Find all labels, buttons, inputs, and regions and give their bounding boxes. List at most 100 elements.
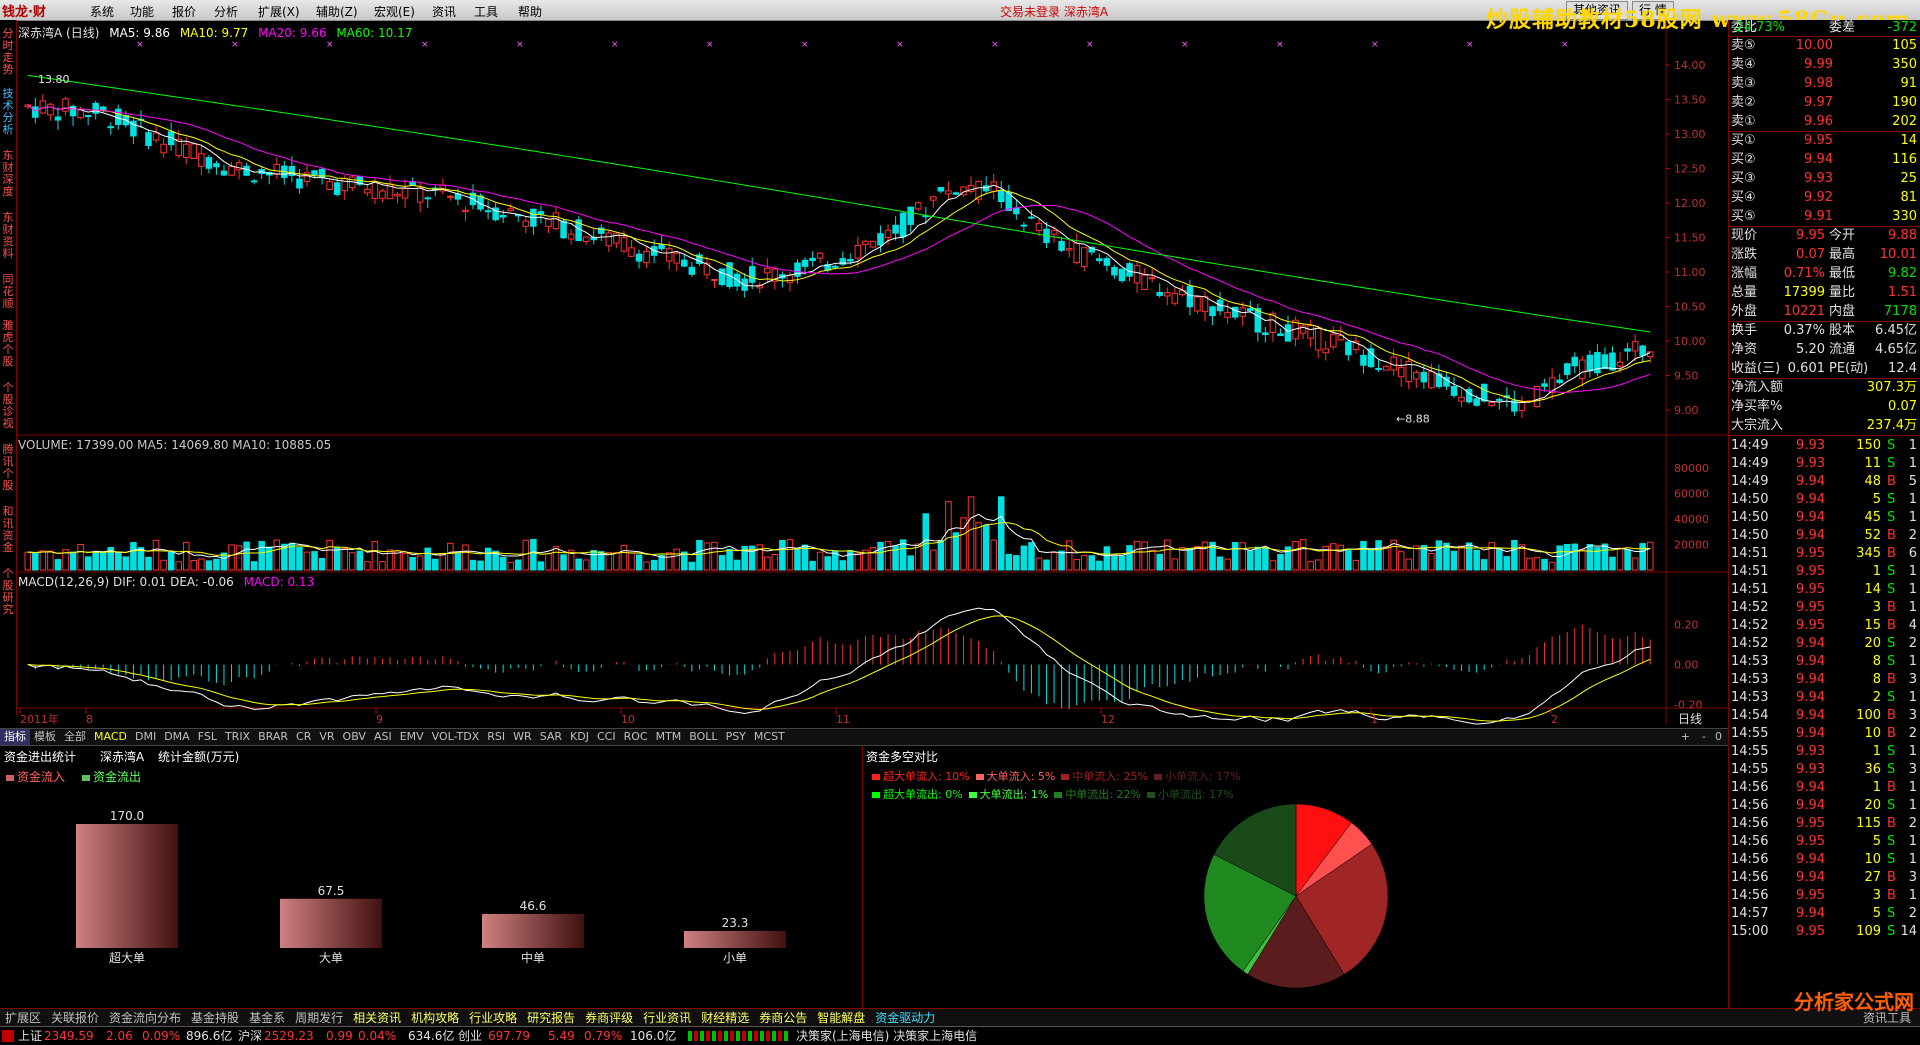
candle-body bbox=[1231, 306, 1239, 318]
tab-ths[interactable]: 同花顺 bbox=[0, 274, 16, 310]
menu-quote[interactable]: 报价 bbox=[172, 3, 196, 20]
cy-change: 5.49 bbox=[548, 1029, 575, 1043]
ind-tab-dmi[interactable]: DMI bbox=[131, 729, 160, 745]
bottom-tab[interactable]: 券商公告 bbox=[754, 1009, 812, 1027]
volume-bar bbox=[47, 550, 54, 571]
ind-tab-cr[interactable]: CR bbox=[292, 729, 315, 745]
candle-body bbox=[1013, 207, 1020, 215]
menu-extend[interactable]: 扩展(X) bbox=[258, 3, 300, 20]
ind-tab-template[interactable]: 模板 bbox=[30, 729, 60, 745]
kline-chart-svg[interactable]: 14.00 13.50 13.00 12.50 12.00 11.50 11.00 10.50… bbox=[16, 20, 1728, 728]
ind-tab-obv[interactable]: OBV bbox=[339, 729, 370, 745]
bottom-tab[interactable]: 基金系 bbox=[244, 1009, 290, 1027]
tab-depth[interactable]: 东财深度 bbox=[0, 150, 16, 198]
candle-body bbox=[1322, 348, 1330, 354]
ind-tab-fsl[interactable]: FSL bbox=[194, 729, 221, 745]
bottom-tab[interactable]: 关联报价 bbox=[46, 1009, 104, 1027]
volume-bar bbox=[952, 532, 960, 571]
ind-tab-psy[interactable]: PSY bbox=[722, 729, 750, 745]
volume-axis-label: 20000 bbox=[1674, 538, 1709, 551]
bottom-tab[interactable]: 行业资讯 bbox=[638, 1009, 696, 1027]
ind-tab-dma[interactable]: DMA bbox=[160, 729, 194, 745]
menu-tools[interactable]: 工具 bbox=[474, 3, 498, 20]
ind-tab-cci[interactable]: CCI bbox=[593, 729, 620, 745]
sh-pct: 0.09% bbox=[142, 1029, 181, 1043]
tab-yahoo[interactable]: 雅虎个股 bbox=[0, 320, 16, 368]
bottom-tab[interactable]: 周期发行 bbox=[290, 1009, 348, 1027]
ind-tab-kdj[interactable]: KDJ bbox=[566, 729, 593, 745]
candle-body bbox=[190, 143, 198, 159]
bottom-tab[interactable]: 研究报告 bbox=[522, 1009, 580, 1027]
ind-tab-asi[interactable]: ASI bbox=[370, 729, 396, 745]
tab-tencent[interactable]: 腾讯个股 bbox=[0, 444, 16, 492]
volume-bar bbox=[1488, 542, 1496, 571]
ind-tab-trix[interactable]: TRIX bbox=[221, 729, 254, 745]
bottom-tab[interactable]: 机构攻略 bbox=[406, 1009, 464, 1027]
candle-body bbox=[416, 187, 424, 203]
tick-side: S bbox=[1887, 438, 1896, 453]
kline-chart-area[interactable]: 14.00 13.50 13.00 12.50 12.00 11.50 11.00 10.50… bbox=[16, 20, 1728, 730]
menu-macro[interactable]: 宏观(E) bbox=[374, 3, 415, 20]
bottom-tab[interactable]: 资金流向分布 bbox=[104, 1009, 186, 1027]
tick-count: 2 bbox=[1908, 528, 1917, 543]
ind-tab-roc[interactable]: ROC bbox=[620, 729, 652, 745]
ind-tab-indicator[interactable]: 指标 bbox=[0, 729, 30, 745]
menu-aux[interactable]: 辅助(Z) bbox=[316, 3, 358, 20]
bottom-tab[interactable]: 资金驱动力 bbox=[870, 1009, 940, 1027]
tab-research[interactable]: 个股研究 bbox=[0, 568, 16, 616]
quote-cell: -24.73% bbox=[1730, 20, 1785, 35]
ind-tab-sar[interactable]: SAR bbox=[536, 729, 566, 745]
tab-diagnose[interactable]: 个股诊视 bbox=[0, 382, 16, 430]
sell-row: 卖⑤ 10.00 105 bbox=[1729, 36, 1920, 55]
menu-function[interactable]: 功能 bbox=[130, 3, 154, 20]
volume-bar bbox=[409, 556, 416, 571]
bottom-tab[interactable]: 财经精选 bbox=[696, 1009, 754, 1027]
menu-help[interactable]: 帮助 bbox=[518, 3, 542, 20]
ma5-label: MA5: 9.86 bbox=[109, 26, 170, 40]
tab-intraday[interactable]: 分时走势 bbox=[0, 28, 16, 76]
reset-button[interactable]: 0 bbox=[1711, 729, 1726, 745]
candle-body bbox=[1224, 311, 1231, 318]
bottom-tab[interactable]: 相关资讯 bbox=[348, 1009, 406, 1027]
candle-body bbox=[447, 195, 454, 198]
ind-tab-boll[interactable]: BOLL bbox=[685, 729, 721, 745]
bottom-tab[interactable]: 券商评级 bbox=[580, 1009, 638, 1027]
ind-tab-mtm[interactable]: MTM bbox=[652, 729, 686, 745]
bottom-tab[interactable]: 基金持股 bbox=[186, 1009, 244, 1027]
ind-tab-macd[interactable]: MACD bbox=[90, 729, 131, 745]
date-axis-label: 2 bbox=[1551, 713, 1558, 726]
quote-cell: 0.37% bbox=[1783, 323, 1825, 338]
tick-price: 9.94 bbox=[1796, 492, 1825, 507]
fund-bar-value: 46.6 bbox=[520, 899, 547, 913]
tab-technical[interactable]: 技术分析 bbox=[0, 88, 16, 136]
stat-row: 现价 9.95 今开 9.88 bbox=[1729, 226, 1920, 245]
bottom-tab[interactable]: 行业攻略 bbox=[464, 1009, 522, 1027]
menu-system[interactable]: 系统 bbox=[90, 3, 114, 20]
ind-tab-rsi[interactable]: RSI bbox=[483, 729, 509, 745]
tick-row: 14:56 9.95 3 B 1 bbox=[1729, 886, 1920, 905]
ind-tab-emv[interactable]: EMV bbox=[396, 729, 428, 745]
ind-tab-mcst[interactable]: MCST bbox=[750, 729, 789, 745]
fund-bar-value: 170.0 bbox=[110, 809, 144, 823]
volume-bar bbox=[333, 546, 341, 571]
ind-tab-vol-tdx[interactable]: VOL-TDX bbox=[428, 729, 484, 745]
menu-analysis[interactable]: 分析 bbox=[214, 3, 238, 20]
bottom-tab[interactable]: 智能解盘 bbox=[812, 1009, 870, 1027]
tick-count: 2 bbox=[1908, 726, 1917, 741]
order-price: 10.00 bbox=[1795, 38, 1833, 53]
bottom-tab[interactable]: 扩展区 bbox=[0, 1009, 46, 1027]
event-marker: × bbox=[326, 40, 334, 50]
tab-hexun[interactable]: 和讯资金 bbox=[0, 506, 16, 554]
volume-bar bbox=[643, 561, 650, 571]
ind-tab-vr[interactable]: VR bbox=[315, 729, 338, 745]
zoom-out-button[interactable]: - bbox=[1698, 729, 1710, 745]
quote-cell: 17399 bbox=[1783, 285, 1825, 300]
volume-bar bbox=[1020, 545, 1028, 571]
tab-profile[interactable]: 东财资料 bbox=[0, 212, 16, 260]
menu-news[interactable]: 资讯 bbox=[432, 3, 456, 20]
tick-price: 9.95 bbox=[1796, 888, 1825, 903]
ind-tab-wr[interactable]: WR bbox=[509, 729, 536, 745]
ind-tab-all[interactable]: 全部 bbox=[60, 729, 90, 745]
ind-tab-brar[interactable]: BRAR bbox=[254, 729, 292, 745]
zoom-in-button[interactable]: + bbox=[1677, 729, 1694, 745]
